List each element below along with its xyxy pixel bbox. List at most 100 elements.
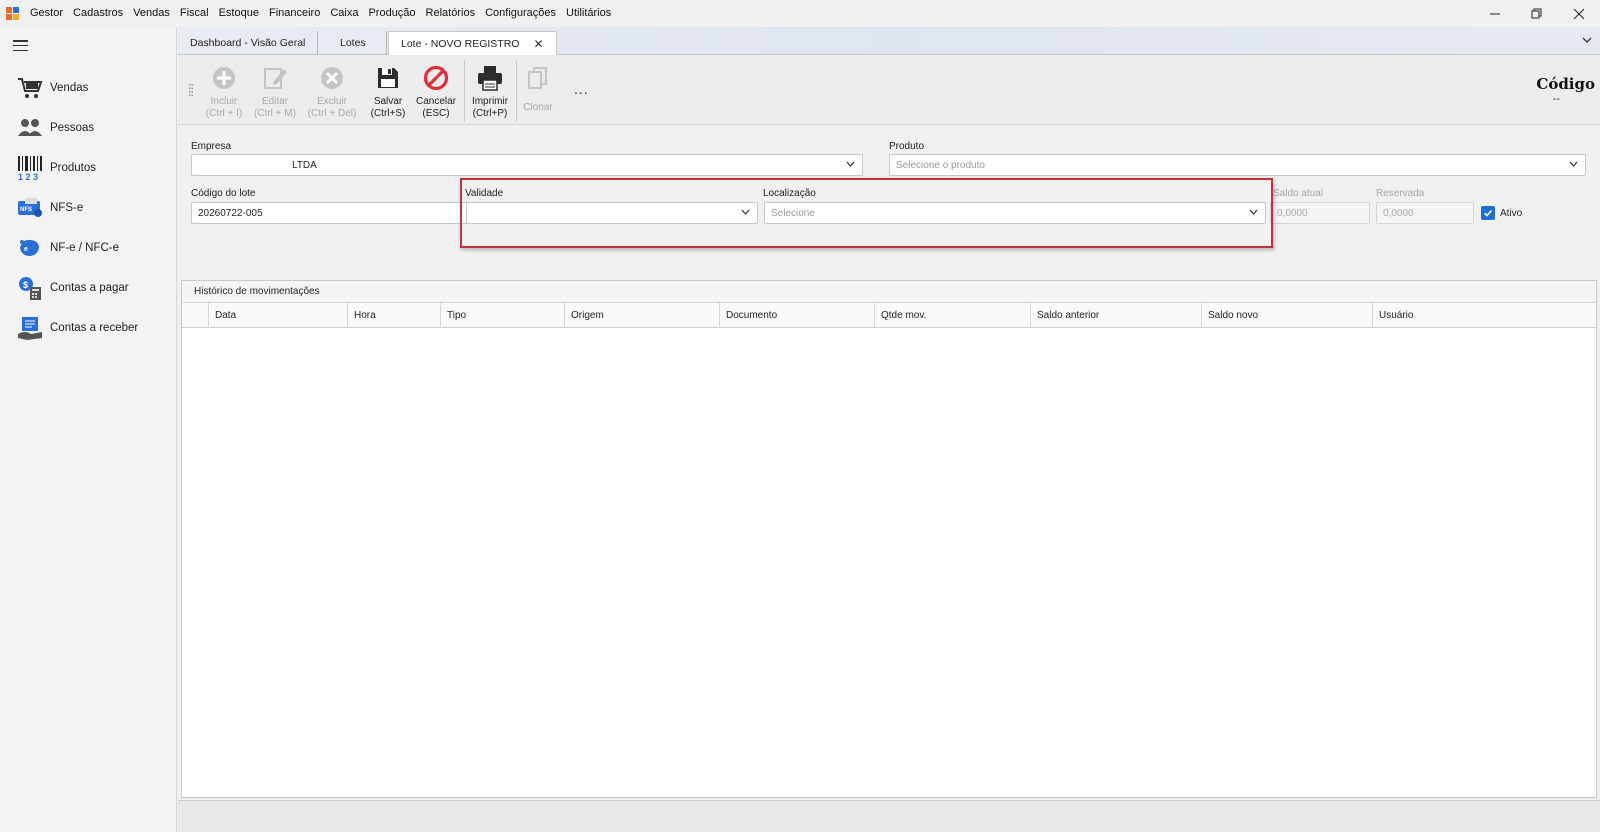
column-header-saldo-novo[interactable]: Saldo novo [1201, 303, 1372, 328]
hamburger-menu-icon[interactable] [13, 40, 28, 52]
toolbar-separator [516, 60, 517, 122]
history-panel: Histórico de movimentações Data Hora Tip… [181, 280, 1597, 798]
menu-relatorios[interactable]: Relatórios [421, 0, 481, 27]
column-header-hora[interactable]: Hora [347, 303, 440, 328]
delete-icon [306, 63, 358, 93]
sidebar-item-label: Vendas [50, 82, 89, 94]
menu-gestor[interactable]: Gestor [25, 0, 68, 27]
highlight-box [460, 178, 1273, 248]
lote-form: Empresa LTDA Produto Selecione o produto… [178, 125, 1600, 280]
tab-lote-novo-registro[interactable]: Lote - NOVO REGISTRO ✕ [388, 31, 557, 56]
salvar-label: Salvar [373, 96, 403, 107]
editar-label: Editar [261, 96, 289, 107]
chevron-down-icon [846, 159, 855, 170]
column-header-tipo[interactable]: Tipo [440, 303, 564, 328]
sidebar-item-label: Contas a pagar [50, 282, 129, 294]
sidebar-item-pessoas[interactable]: Pessoas [16, 113, 171, 143]
produto-select[interactable]: Selecione o produto [889, 154, 1586, 176]
codigo-lote-value: 20260722-005 [198, 207, 263, 219]
empresa-label: Empresa [191, 141, 232, 152]
history-title: Histórico de movimentações [182, 281, 1596, 303]
menu-fiscal[interactable]: Fiscal [175, 0, 214, 27]
sidebar-item-label: NFS-e [50, 202, 84, 214]
svg-text:$: $ [23, 280, 28, 290]
chevron-down-icon [1569, 159, 1578, 170]
close-icon [1573, 8, 1585, 19]
menu-configuracoes[interactable]: Configurações [480, 0, 561, 27]
column-header-usuario[interactable]: Usuário [1372, 303, 1596, 328]
menu-producao[interactable]: Produção [363, 0, 420, 27]
imprimir-shortcut: (Ctrl+P) [472, 108, 508, 119]
bills-receivable-icon [16, 314, 44, 342]
saldo-atual-value: 0,0000 [1277, 207, 1308, 219]
close-tab-icon[interactable]: ✕ [533, 37, 543, 51]
restore-icon [1531, 8, 1542, 18]
sidebar-item-nfe[interactable]: e NF-e / NFC-e [16, 233, 171, 263]
sidebar-item-contas-receber[interactable]: Contas a receber [16, 313, 171, 343]
reservada-label: Reservada [1376, 188, 1425, 199]
cancel-icon [414, 63, 458, 93]
window-controls [1474, 0, 1600, 27]
ativo-label: Ativo [1500, 208, 1523, 219]
editar-button[interactable]: Editar (Ctrl + M) [252, 63, 298, 120]
imprimir-button[interactable]: Imprimir (Ctrl+P) [468, 63, 512, 120]
toolbar-grip-icon[interactable] [189, 84, 193, 96]
column-header-data[interactable]: Data [208, 303, 347, 328]
column-header-documento[interactable]: Documento [719, 303, 874, 328]
saldo-atual-input: 0,0000 [1270, 202, 1370, 224]
barcode-icon: 1 2 3 [16, 154, 44, 182]
chevron-down-icon[interactable] [1582, 33, 1592, 47]
tab-lotes[interactable]: Lotes [324, 31, 387, 55]
ativo-checkbox[interactable] [1481, 206, 1495, 220]
cancelar-shortcut: (ESC) [422, 108, 450, 119]
bills-payable-icon: $ [16, 274, 44, 302]
salvar-button[interactable]: Salvar (Ctrl+S) [368, 63, 408, 120]
row-indicator-column [182, 303, 208, 328]
sidebar-item-label: Contas a receber [50, 322, 139, 334]
svg-text:1 2 3: 1 2 3 [18, 172, 38, 181]
tab-dashboard[interactable]: Dashboard - Visão Geral [178, 31, 319, 55]
sidebar-item-nfse[interactable]: NFS NFS-e [16, 193, 171, 223]
empresa-value: LTDA [292, 159, 317, 171]
editar-shortcut: (Ctrl + M) [254, 108, 296, 119]
menu-utilitarios[interactable]: Utilitários [561, 0, 616, 27]
menu-caixa[interactable]: Caixa [325, 0, 363, 27]
sidebar-item-produtos[interactable]: 1 2 3 Produtos [16, 153, 171, 183]
restore-button[interactable] [1516, 0, 1558, 27]
empresa-select[interactable]: LTDA [191, 154, 863, 176]
reservada-input: 0,0000 [1376, 202, 1474, 224]
toolbar-separator [464, 60, 465, 122]
clonar-button[interactable]: Clonar [520, 63, 556, 114]
menu-financeiro[interactable]: Financeiro [264, 0, 325, 27]
column-header-origem[interactable]: Origem [564, 303, 719, 328]
more-options-button[interactable]: ... [574, 81, 589, 97]
minimize-button[interactable] [1474, 0, 1516, 27]
menu-estoque[interactable]: Estoque [214, 0, 264, 27]
print-icon [468, 63, 512, 93]
menu-cadastros[interactable]: Cadastros [68, 0, 128, 27]
menu-vendas[interactable]: Vendas [128, 0, 175, 27]
sidebar-item-vendas[interactable]: Vendas [16, 73, 171, 103]
close-window-button[interactable] [1558, 0, 1600, 27]
column-header-saldo-anterior[interactable]: Saldo anterior [1030, 303, 1201, 328]
clonar-label: Clonar [523, 102, 553, 113]
imprimir-label: Imprimir [471, 96, 509, 107]
cancelar-button[interactable]: Cancelar (ESC) [414, 63, 458, 120]
column-header-qtde-mov[interactable]: Qtde mov. [874, 303, 1030, 328]
incluir-button[interactable]: Incluir (Ctrl + I) [203, 63, 245, 120]
nfe-icon: e [16, 234, 44, 262]
document-tabs: Dashboard - Visão Geral Lotes Lote - NOV… [178, 27, 1600, 56]
minimize-icon [1490, 13, 1500, 14]
excluir-shortcut: (Ctrl + Del) [307, 108, 357, 119]
excluir-button[interactable]: Excluir (Ctrl + Del) [306, 63, 358, 120]
codigo-lote-input[interactable]: 20260722-005 [191, 202, 471, 224]
produto-placeholder: Selecione o produto [896, 159, 985, 171]
sidebar-item-contas-pagar[interactable]: $ Contas a pagar [16, 273, 171, 303]
sidebar: Vendas Pessoas 1 2 3 Produtos NFS NFS-e … [0, 27, 177, 832]
edit-icon [252, 63, 298, 93]
sidebar-item-label: Produtos [50, 162, 97, 174]
nfse-icon: NFS [16, 194, 44, 222]
history-grid-header: Data Hora Tipo Origem Documento Qtde mov… [182, 303, 1596, 328]
app-window: Gestor Cadastros Vendas Fiscal Estoque F… [0, 0, 1600, 832]
check-icon [1483, 209, 1493, 217]
